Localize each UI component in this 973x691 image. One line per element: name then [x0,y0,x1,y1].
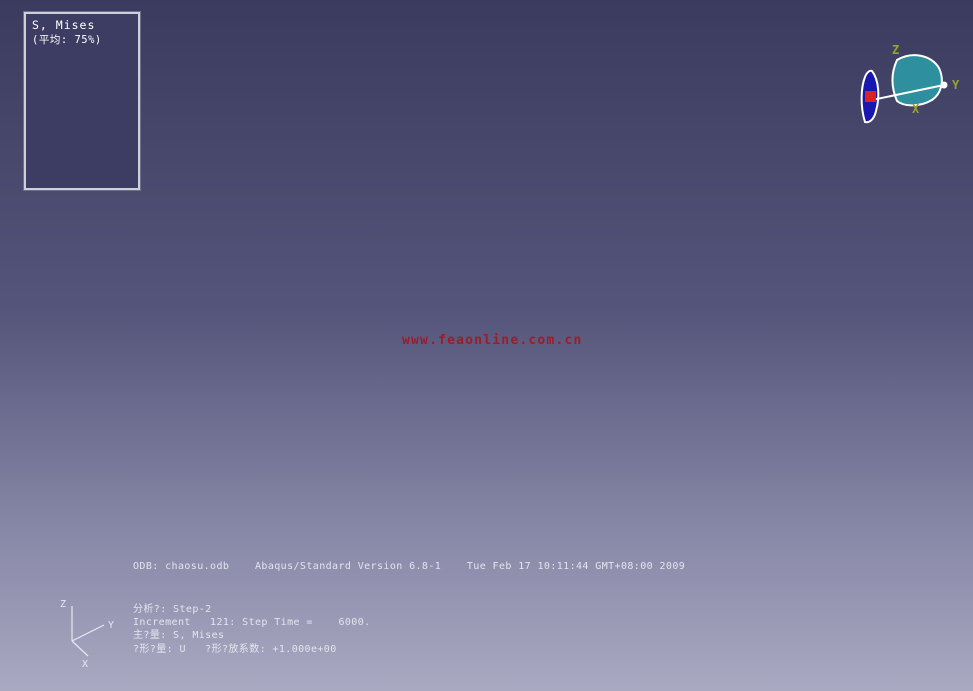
triad-z-label: Z [60,599,66,610]
origin-triad: Z Y X [50,592,120,672]
compass-z-label: Z [892,43,899,57]
triad-x-label: X [82,659,88,670]
increment-line: Increment 121: Step Time = 6000. [133,616,371,629]
triad-y-axis [72,625,104,641]
compass-red-marker[interactable] [865,91,876,102]
view-compass[interactable]: Z Y X [852,40,972,142]
compass-y-label: Y [952,78,960,92]
triad-x-axis [72,641,88,656]
abaqus-viewport[interactable]: www.feaonline.com.cn S, Mises (平均: 75%) … [0,0,973,691]
compass-x-label: X [912,102,920,116]
primary-var-line: 主?量: S, Mises [133,629,371,642]
deformed-var-line: ?形?量: U ?形?放系数: +1.000e+00 [133,643,371,656]
triad-y-label: Y [108,620,114,631]
compass-free-rotate-dot[interactable] [941,82,948,89]
contour-legend: S, Mises (平均: 75%) [24,12,140,190]
odb-info-line: ODB: chaosu.odb Abaqus/Standard Version … [133,561,685,572]
step-line: 分析?: Step-2 [133,603,371,616]
watermark-text: www.feaonline.com.cn [402,333,583,348]
legend-scale [26,14,138,188]
compass-fan-shape[interactable] [893,55,942,105]
frame-state-block: 分析?: Step-2 Increment 121: Step Time = 6… [133,603,371,656]
